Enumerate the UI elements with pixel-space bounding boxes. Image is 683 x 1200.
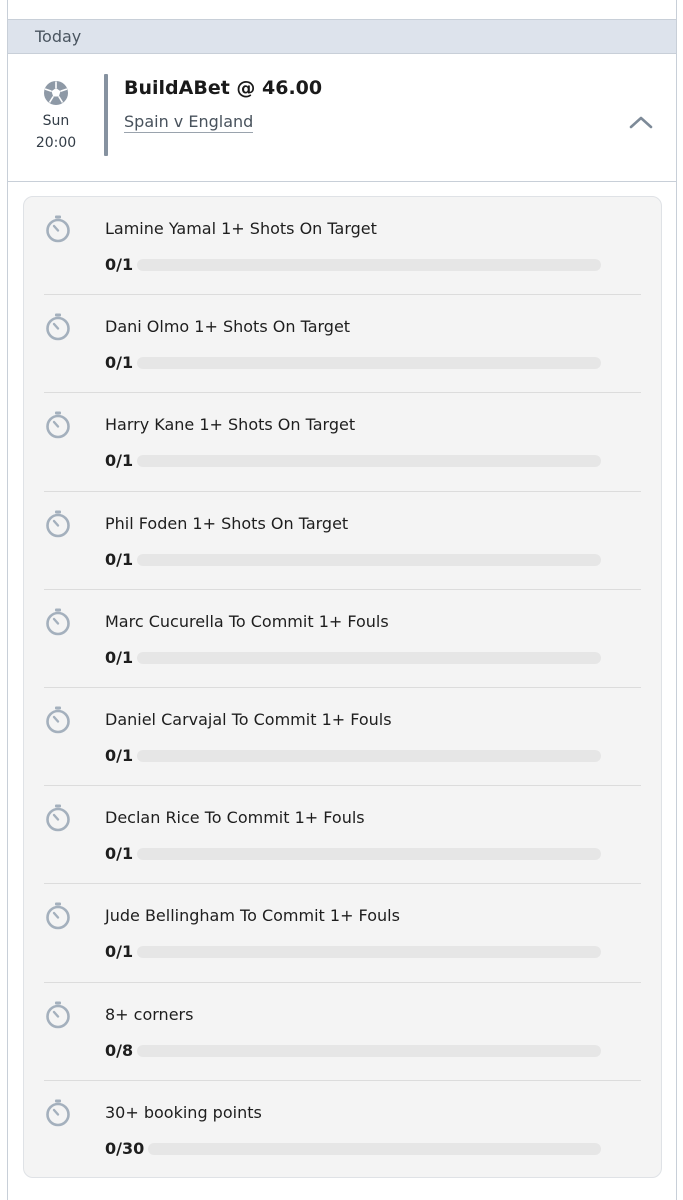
bet-leg: Lamine Yamal 1+ Shots On Target 0/1 xyxy=(44,197,641,296)
leg-progress-text: 0/1 xyxy=(105,844,134,864)
leg-progress-text: 0/1 xyxy=(105,647,134,667)
event-time: Sun 20:00 xyxy=(28,80,84,154)
date-label: Today xyxy=(35,27,82,46)
event-clock: 20:00 xyxy=(35,135,77,151)
stopwatch-icon xyxy=(46,510,70,537)
leg-progress-text: 0/30 xyxy=(105,1138,145,1158)
leg-title: Harry Kane 1+ Shots On Target xyxy=(105,415,356,435)
date-header: Today xyxy=(8,20,676,54)
leg-title: 8+ corners xyxy=(105,1004,194,1024)
leg-progress-text: 0/8 xyxy=(105,1040,134,1060)
leg-progress-text: 0/1 xyxy=(105,942,134,962)
leg-progress-bar xyxy=(137,357,601,370)
stopwatch-icon xyxy=(46,1099,70,1126)
bet-leg: Jude Bellingham To Commit 1+ Fouls 0/1 xyxy=(44,884,641,983)
stopwatch-icon xyxy=(46,902,70,930)
bet-leg: Dani Olmo 1+ Shots On Target 0/1 xyxy=(44,295,641,394)
leg-title: Jude Bellingham To Commit 1+ Fouls xyxy=(105,906,400,926)
bet-leg: Harry Kane 1+ Shots On Target 0/1 xyxy=(44,393,641,492)
stopwatch-icon xyxy=(46,1001,70,1028)
event-day: Sun xyxy=(42,113,70,129)
leg-title: 30+ booking points xyxy=(105,1102,262,1122)
leg-progress-bar xyxy=(137,651,601,664)
leg-progress-text: 0/1 xyxy=(105,353,134,373)
bet-leg: Declan Rice To Commit 1+ Fouls 0/1 xyxy=(44,786,641,885)
top-strip xyxy=(8,0,676,20)
stopwatch-icon xyxy=(46,215,70,243)
bet-leg: Marc Cucurella To Commit 1+ Fouls 0/1 xyxy=(44,590,641,688)
leg-title: Phil Foden 1+ Shots On Target xyxy=(105,513,349,533)
leg-progress-bar xyxy=(137,259,601,271)
bet-leg: Daniel Carvajal To Commit 1+ Fouls 0/1 xyxy=(44,688,641,787)
bet-leg: 30+ booking points 0/30 xyxy=(44,1081,641,1179)
bet-header[interactable]: Sun 20:00 BuildABet @ 46.00 Spain v Engl… xyxy=(8,54,676,182)
bet-frame: Today Sun 20:00 BuildABet @ 46.00 Spain … xyxy=(7,0,677,1200)
leg-progress-text: 0/1 xyxy=(105,549,134,569)
bet-legs-card: Lamine Yamal 1+ Shots On Target 0/1 Dani… xyxy=(23,196,662,1178)
leg-progress-bar xyxy=(137,749,601,762)
leg-progress-bar xyxy=(137,455,601,468)
leg-progress-text: 0/1 xyxy=(105,451,134,471)
stopwatch-icon xyxy=(46,313,70,341)
football-icon xyxy=(44,81,68,105)
leg-title: Marc Cucurella To Commit 1+ Fouls xyxy=(105,611,389,631)
leg-progress-bar xyxy=(137,553,601,566)
vertical-divider xyxy=(104,74,108,156)
leg-title: Declan Rice To Commit 1+ Fouls xyxy=(105,808,365,828)
leg-progress-text: 0/1 xyxy=(105,745,134,765)
stopwatch-icon xyxy=(46,804,70,832)
leg-title: Daniel Carvajal To Commit 1+ Fouls xyxy=(105,709,392,729)
leg-progress-bar xyxy=(148,1142,601,1155)
match-link[interactable]: Spain v England xyxy=(124,112,254,133)
leg-progress-bar xyxy=(137,848,601,861)
bet-leg: 8+ corners 0/8 xyxy=(44,983,641,1081)
leg-progress-bar xyxy=(137,946,601,959)
chevron-up-icon xyxy=(629,116,653,129)
leg-progress-bar xyxy=(137,1044,601,1057)
leg-title: Lamine Yamal 1+ Shots On Target xyxy=(105,219,377,238)
leg-title: Dani Olmo 1+ Shots On Target xyxy=(105,317,351,337)
bet-title: BuildABet @ 46.00 xyxy=(124,77,323,99)
leg-progress-text: 0/1 xyxy=(105,255,134,274)
collapse-button[interactable] xyxy=(626,110,656,134)
stopwatch-icon xyxy=(46,411,70,439)
stopwatch-icon xyxy=(46,608,70,636)
stopwatch-icon xyxy=(46,706,70,734)
bet-leg: Phil Foden 1+ Shots On Target 0/1 xyxy=(44,492,641,590)
